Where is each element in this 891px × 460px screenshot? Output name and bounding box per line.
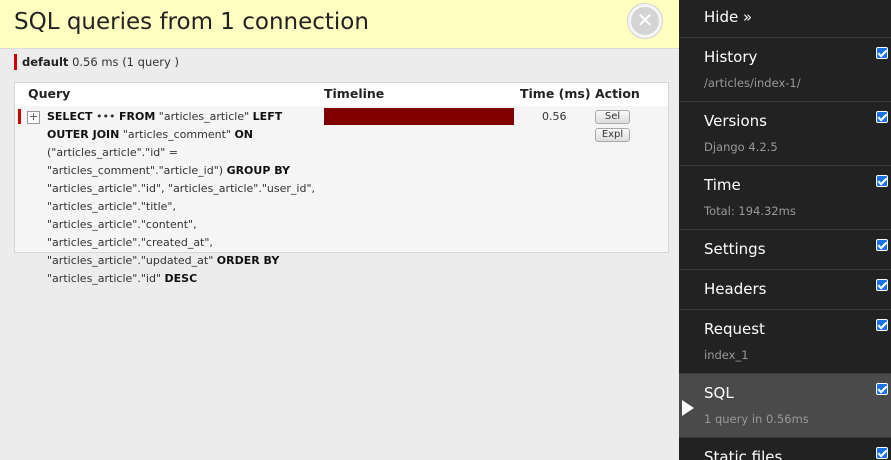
sql-keyword: FROM — [119, 110, 156, 123]
column-header-action: Action — [595, 86, 640, 101]
panel-enable-checkbox[interactable] — [876, 383, 888, 395]
column-header-timeline: Timeline — [324, 86, 385, 101]
connection-summary: default 0.56 ms (1 query ) — [14, 54, 179, 70]
toolbar-item-settings[interactable]: Settings — [679, 230, 891, 270]
column-header-query: Query — [28, 86, 71, 101]
sql-keyword: ON — [234, 128, 254, 141]
sql-keyword: SELECT — [47, 110, 93, 123]
sql-keyword: ORDER BY — [216, 254, 280, 267]
close-icon[interactable]: ✕ — [628, 4, 662, 38]
active-panel-arrow-icon — [682, 400, 694, 416]
sql-fragment: "articles_article" — [155, 110, 253, 123]
toolbar-item-label: Settings — [704, 240, 766, 258]
toolbar-item-request[interactable]: Request index_1 — [679, 310, 891, 374]
sql-fragment: ("articles_article"."id" = "articles_com… — [47, 146, 227, 177]
toolbar-item-headers[interactable]: Headers — [679, 270, 891, 310]
timeline-bar — [324, 108, 514, 125]
toolbar-item-label: Request — [704, 320, 765, 338]
toolbar-item-label: Time — [704, 176, 741, 194]
table-row: + SELECT ••• FROM "articles_article" LEF… — [15, 106, 668, 285]
toolbar-item-label: Static files — [704, 448, 783, 460]
toolbar-item-static-files[interactable]: Static files — [679, 438, 891, 460]
hide-label: Hide » — [704, 8, 753, 26]
explain-button[interactable]: Expl — [595, 128, 630, 142]
sql-fragment: ••• — [92, 110, 120, 123]
sql-query-table: Query Timeline Time (ms) Action + SELECT… — [14, 82, 669, 285]
panel-enable-checkbox[interactable] — [876, 47, 888, 59]
toolbar-item-history[interactable]: History /articles/index-1/ — [679, 38, 891, 102]
toolbar-item-sql[interactable]: SQL 1 query in 0.56ms — [679, 374, 891, 438]
sql-fragment: "articles_comment" — [119, 128, 235, 141]
toolbar-item-subtitle: /articles/index-1/ — [704, 76, 801, 90]
sql-keyword: GROUP BY — [226, 164, 290, 177]
panel-enable-checkbox[interactable] — [876, 239, 888, 251]
expand-toggle-icon[interactable]: + — [27, 111, 40, 124]
panel-enable-checkbox[interactable] — [876, 319, 888, 331]
toolbar-item-time[interactable]: Time Total: 194.32ms — [679, 166, 891, 230]
toolbar-item-label: Headers — [704, 280, 767, 298]
sql-fragment: "articles_article"."id" — [47, 272, 165, 285]
toolbar-item-subtitle: Django 4.2.5 — [704, 140, 778, 154]
toolbar-item-versions[interactable]: Versions Django 4.2.5 — [679, 102, 891, 166]
sql-keyword: DESC — [164, 272, 198, 285]
toolbar-item-subtitle: Total: 194.32ms — [704, 204, 796, 218]
panel-title: SQL queries from 1 connection — [14, 9, 369, 35]
panel-enable-checkbox[interactable] — [876, 175, 888, 187]
query-time: 0.56 — [542, 110, 567, 123]
panel-enable-checkbox[interactable] — [876, 111, 888, 123]
column-header-time: Time (ms) — [520, 86, 591, 101]
panel-enable-checkbox[interactable] — [876, 447, 888, 459]
toolbar-item-label: History — [704, 48, 758, 66]
connection-stats: 0.56 ms (1 query ) — [72, 55, 179, 69]
sql-query-text: SELECT ••• FROM "articles_article" LEFT … — [47, 108, 319, 288]
toolbar-item-subtitle: 1 query in 0.56ms — [704, 412, 809, 426]
toolbar-item-label: SQL — [704, 384, 734, 402]
toolbar-item-subtitle: index_1 — [704, 348, 749, 362]
table-header: Query Timeline Time (ms) Action — [15, 83, 668, 106]
panel-header: SQL queries from 1 connection ✕ — [0, 0, 679, 49]
hide-toolbar-button[interactable]: Hide » — [679, 0, 891, 38]
sql-panel: SQL queries from 1 connection ✕ default … — [0, 0, 679, 460]
toolbar-item-label: Versions — [704, 112, 767, 130]
debug-toolbar-screen: SQL queries from 1 connection ✕ default … — [0, 0, 891, 460]
select-button[interactable]: Sel — [595, 110, 630, 124]
panel-enable-checkbox[interactable] — [876, 279, 888, 291]
query-color-marker — [18, 109, 21, 124]
debug-toolbar: Hide » History /articles/index-1/ Versio… — [679, 0, 891, 460]
connection-alias: default — [22, 55, 69, 69]
